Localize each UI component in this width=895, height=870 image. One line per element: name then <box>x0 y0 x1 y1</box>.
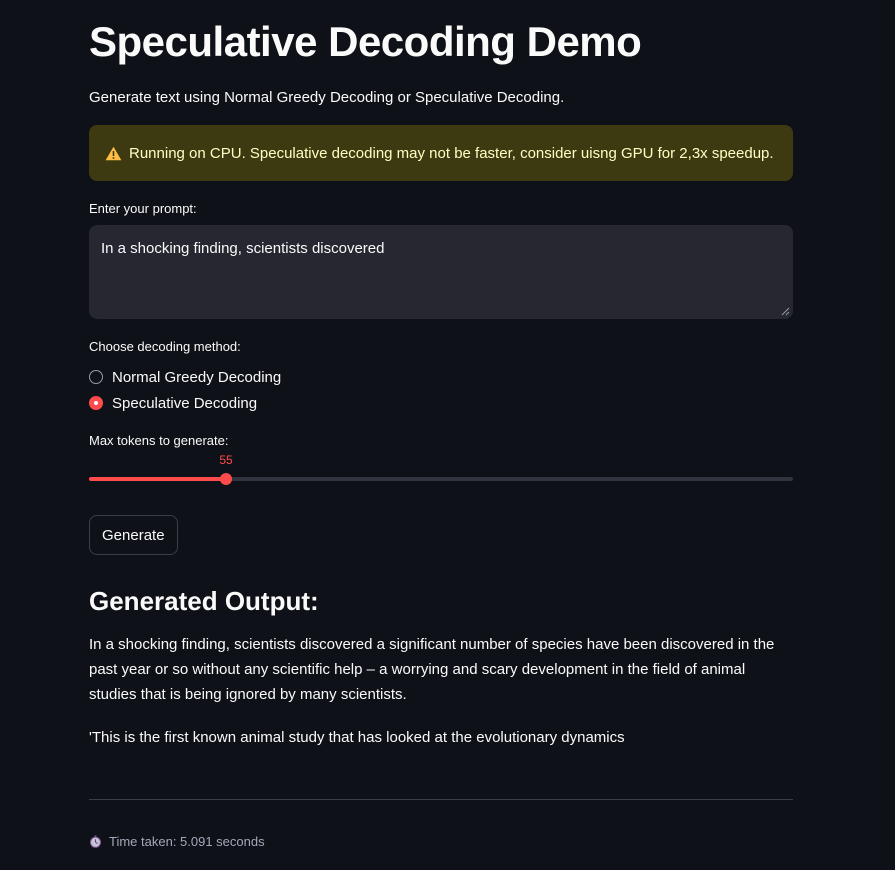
slider-thumb[interactable] <box>220 473 232 485</box>
max-tokens-label: Max tokens to generate: <box>89 433 229 448</box>
warning-alert: Running on CPU. Speculative decoding may… <box>89 125 793 181</box>
resize-handle-icon[interactable] <box>781 307 790 316</box>
radio-label: Speculative Decoding <box>112 394 258 412</box>
output-heading: Generated Output: <box>89 586 319 616</box>
radio-speculative[interactable]: Speculative Decoding <box>89 393 257 413</box>
radio-unselected-icon[interactable] <box>89 370 103 384</box>
decoding-method-label: Choose decoding method: <box>89 339 241 354</box>
generate-button[interactable]: Generate <box>89 515 178 555</box>
warning-icon <box>105 146 122 160</box>
stopwatch-icon <box>90 835 101 848</box>
warning-text: Running on CPU. Speculative decoding may… <box>129 144 774 162</box>
radio-normal-greedy[interactable]: Normal Greedy Decoding <box>89 367 281 387</box>
page-subtitle: Generate text using Normal Greedy Decodi… <box>89 89 565 106</box>
prompt-value: In a shocking finding, scientists discov… <box>101 240 385 257</box>
radio-label: Normal Greedy Decoding <box>112 368 282 386</box>
output-paragraph: In a shocking finding, scientists discov… <box>89 636 775 703</box>
prompt-textarea[interactable]: In a shocking finding, scientists discov… <box>89 225 793 319</box>
radio-selected-icon[interactable] <box>89 396 103 410</box>
time-taken: Time taken: 5.091 seconds <box>89 834 265 849</box>
slider-value: 55 <box>219 453 233 467</box>
time-text: Time taken: 5.091 seconds <box>109 834 265 849</box>
prompt-label: Enter your prompt: <box>89 201 197 216</box>
max-tokens-slider[interactable] <box>89 473 793 485</box>
output-paragraph: 'This is the first known animal study th… <box>89 729 625 746</box>
divider <box>89 799 793 800</box>
slider-fill <box>89 477 226 481</box>
page-title: Speculative Decoding Demo <box>89 18 642 65</box>
